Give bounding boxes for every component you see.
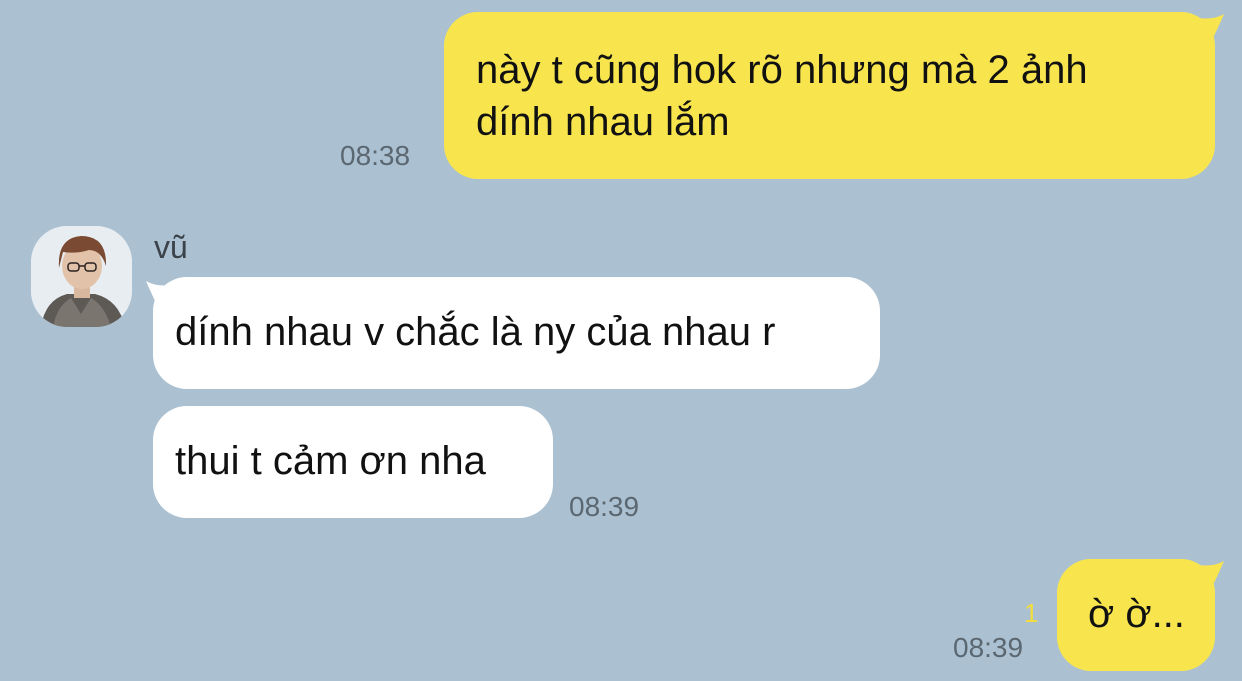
message-bubble-theirs[interactable]: thui t cảm ơn nha <box>153 406 553 518</box>
sender-avatar[interactable] <box>31 226 132 327</box>
bubble-tail <box>1198 14 1226 42</box>
message-text-line: dính nhau lắm <box>476 100 730 144</box>
message-timestamp: 08:39 <box>569 491 640 522</box>
message-timestamp: 08:39 <box>953 632 1024 663</box>
message-text-line: thui t cảm ơn nha <box>175 439 486 483</box>
profile-photo-avatar <box>31 226 132 327</box>
message-bubble-mine[interactable]: này t cũng hok rõ nhưng mà 2 ảnh dính nh… <box>444 12 1215 179</box>
message-text-line: dính nhau v chắc là ny của nhau r <box>175 310 776 354</box>
message-text-line: ờ ờ... <box>1088 592 1185 636</box>
unread-count: 1 <box>1024 598 1039 628</box>
message-bubble-mine[interactable]: ờ ờ... <box>1057 559 1215 671</box>
message-timestamp: 08:38 <box>340 140 411 171</box>
bubble-tail <box>1198 561 1226 589</box>
message-text-line: này t cũng hok rõ nhưng mà 2 ảnh <box>476 48 1088 92</box>
message-bubble-theirs[interactable]: dính nhau v chắc là ny của nhau r <box>153 277 880 389</box>
sender-name: vũ <box>154 229 188 265</box>
